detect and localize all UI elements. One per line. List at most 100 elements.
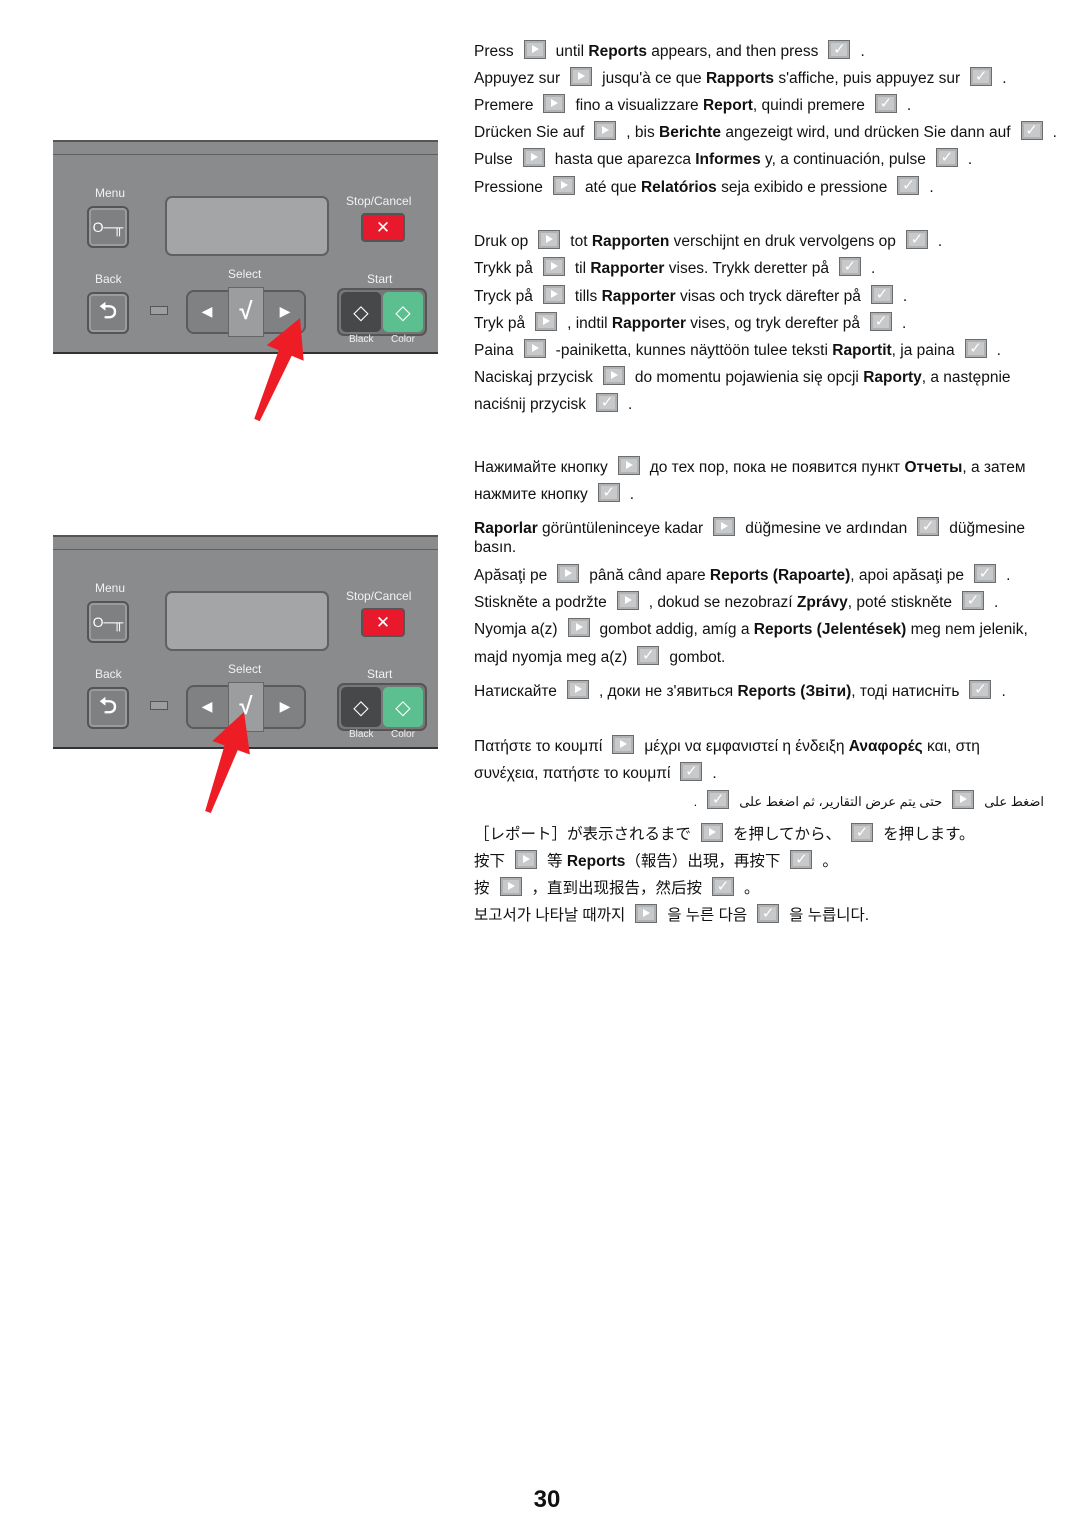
right-arrow-button-icon [635, 904, 658, 923]
instruction-text: 按 [474, 880, 490, 897]
menu-item-name: Rapporten [591, 233, 670, 250]
instruction-text: y, a continuación, pulse [760, 151, 926, 168]
instruction-text: . [1052, 124, 1057, 141]
menu-item-name: Relatórios [640, 179, 717, 196]
instruction-text: ，直到出现报告，然后按 [531, 880, 703, 897]
right-arrow-button-icon [701, 823, 724, 842]
instruction-text: visas och tryck därefter på [675, 288, 861, 305]
instruction-text: Нажимайте кнопку [474, 459, 608, 476]
instruction-text: . [902, 315, 907, 332]
right-arrow-button-icon [542, 257, 565, 276]
select-check-button-icon [969, 680, 992, 700]
instruction-text: do momentu pojawienia się opcji [634, 369, 864, 386]
instruction-text: . [937, 233, 943, 250]
right-arrow-button-icon [499, 877, 522, 896]
instruction-text: . [1006, 567, 1011, 584]
instruction-text: Nyomja a(z) [474, 621, 558, 638]
instruction-text: Pressione [474, 179, 543, 196]
select-check-button-icon [1020, 121, 1043, 141]
instruction-text: jusqu'à ce que [602, 70, 706, 87]
menu-item-name: Отчеты [904, 459, 963, 476]
select-check-button-icon [595, 393, 618, 413]
menu-item-name: Reports (Rapoarte) [709, 567, 851, 584]
instruction-line: ［レポート］が表示されるまで を押してから、 を押します。 [474, 823, 975, 845]
instruction-line: naciśnij przycisk. [474, 393, 632, 415]
instruction-text: Stiskněte a podržte [474, 594, 607, 611]
right-arrow-button-icon [952, 790, 975, 809]
instruction-text: 을 누른 다음 [667, 907, 748, 924]
instruction-text: , bis [626, 124, 660, 141]
right-arrow-button-icon [523, 339, 546, 358]
instruction-line: Premere fino a visualizzare Report, quind… [474, 94, 911, 116]
instruction-text: Pulse [474, 151, 513, 168]
select-check-button-icon [964, 339, 987, 359]
menu-item-name: Rapporter [601, 288, 676, 305]
instruction-text: . [929, 179, 934, 196]
instruction-text: を押します。 [883, 826, 975, 843]
instruction-text: を押してから、 [733, 826, 842, 843]
instruction-text: til [574, 260, 591, 277]
instruction-line: Drücken Sie auf , bis Berichte angezeigt … [474, 121, 1057, 143]
menu-item-name: Berichte [659, 124, 722, 141]
instruction-text: vises, og tryk derefter på [686, 315, 861, 332]
select-check-button-icon [974, 564, 997, 584]
menu-item-name: Reports [566, 853, 626, 870]
instruction-line: нажмите кнопку. [474, 483, 634, 505]
instruction-line: Tryk på , indtil Rapporter vises, og tryk… [474, 312, 906, 334]
instruction-text: ［レポート］が表示されるまで [474, 826, 692, 843]
menu-item-name: Reports (Звіти) [737, 683, 852, 700]
instruction-text: görüntüleninceye kadar [537, 520, 704, 537]
menu-item-name: Rapporter [611, 315, 686, 332]
instruction-line: Paina -painiketta, kunnes näyttöön tulee … [474, 339, 1001, 361]
menu-item-name: Raporlar [474, 520, 538, 537]
instruction-text: Druk op [474, 233, 529, 250]
menu-item-name: Report [702, 97, 753, 114]
instruction-text: . [629, 486, 635, 503]
instruction-line: Нажимайте кнопку до тех пор, пока не появ… [474, 456, 1026, 478]
manual-page: Menu O─╥ Stop/Cancel ✕ Back ⮌ Select ◀ √… [0, 0, 1080, 1527]
instruction-text: . [627, 396, 633, 413]
right-arrow-button-icon [594, 121, 617, 140]
select-check-button-icon [828, 40, 851, 60]
instruction-line: Pulse hasta que aparezca Informes y, a co… [474, 148, 972, 170]
select-check-button-icon [905, 230, 928, 250]
instruction-text: , а затем [962, 459, 1026, 476]
instruction-text: اضغط على [984, 794, 1044, 809]
instruction-text: fino a visualizzare [575, 97, 703, 114]
instruction-line: Trykk på til Rapporter vises. Trykk deret… [474, 257, 875, 279]
instruction-text: gombot. [669, 649, 726, 666]
instruction-text: 보고서가 나타날 때까지 [474, 907, 626, 924]
instruction-text: până când apare [589, 567, 710, 584]
instruction-text: , indtil [567, 315, 612, 332]
instruction-text: Πατήστε το κουμπί [474, 738, 603, 755]
instruction-text: gombot addig, amíg a [599, 621, 754, 638]
select-check-button-icon [970, 67, 993, 87]
right-arrow-button-icon [542, 285, 565, 304]
instruction-line: majd nyomja meg a(z) gombot. [474, 646, 725, 668]
right-arrow-button-icon [616, 591, 639, 610]
instruction-text: Paina [474, 342, 514, 359]
instruction-line: Naciskaj przycisk do momentu pojawienia s… [474, 366, 1011, 388]
instruction-text: . [967, 151, 973, 168]
instruction-text: , dokud se nezobrazí [648, 594, 797, 611]
menu-item-name: Raporty [863, 369, 922, 386]
instruction-text: , quindi premere [752, 97, 865, 114]
instruction-text: Apăsaţi pe [474, 567, 548, 584]
instruction-text: Trykk på [474, 260, 533, 277]
select-check-button-icon [870, 285, 893, 305]
right-arrow-button-icon [612, 735, 635, 754]
instruction-text: . [1001, 683, 1006, 700]
instruction-text: düğmesine ve ardından [745, 520, 908, 537]
instruction-text: 。 [744, 880, 760, 897]
menu-item-name: Rapports [705, 70, 775, 87]
instruction-line: Press until Reports appears, and then pre… [474, 40, 865, 62]
instruction-text: 按下 [474, 853, 506, 870]
right-arrow-button-icon [522, 148, 545, 167]
select-check-button-icon [712, 877, 735, 897]
instruction-text: Press [474, 43, 514, 60]
menu-item-name: Reports (Jelentések) [753, 621, 907, 638]
instruction-line: اضغط على حتى يتم عرض التقارير، ثم اضغط عل… [694, 790, 1044, 812]
instruction-text: Tryck på [474, 288, 533, 305]
instruction-text: , a następnie [921, 369, 1011, 386]
right-arrow-button-icon [602, 366, 625, 385]
